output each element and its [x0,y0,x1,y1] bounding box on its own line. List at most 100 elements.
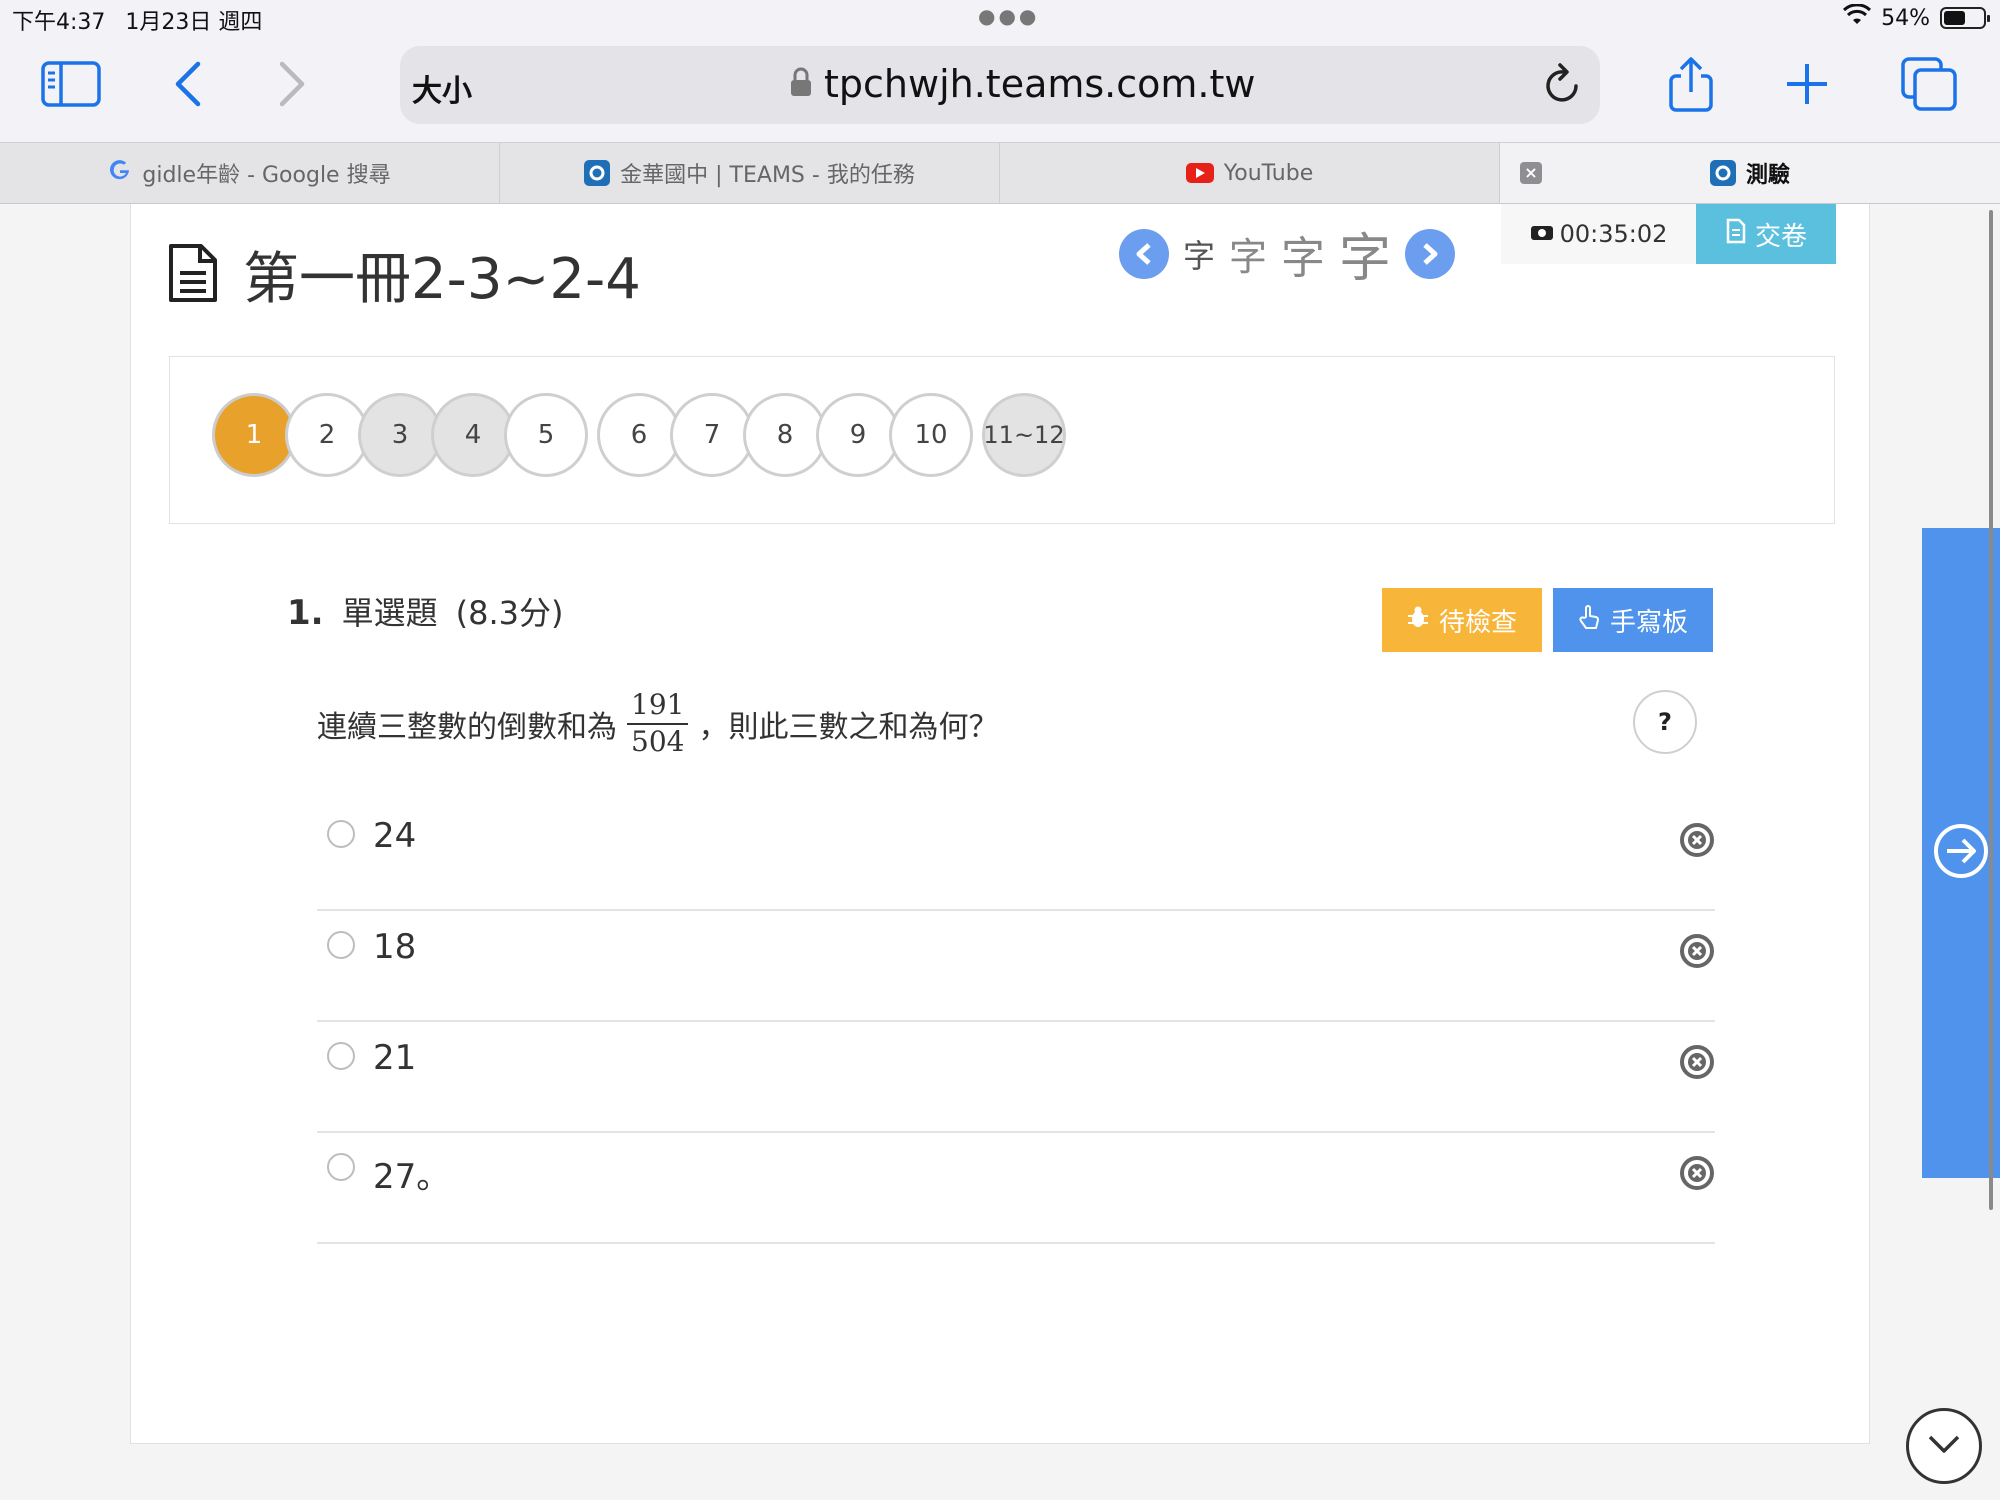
question-nav-9[interactable]: 9 [816,393,900,477]
tab-label: YouTube [1223,160,1314,186]
font-size-xlarge[interactable]: 字 [1339,216,1391,291]
new-tab-icon[interactable] [1772,52,1842,116]
option-radio[interactable] [327,1153,355,1181]
close-tab-icon[interactable]: × [1520,162,1542,184]
reader-size-button[interactable]: 大小 [412,66,472,110]
option-label[interactable]: 21 [373,1038,416,1078]
back-icon[interactable] [152,52,222,116]
font-size-medium[interactable]: 字 [1229,226,1267,281]
eliminate-option-icon[interactable] [1679,1155,1715,1191]
bug-icon [1407,605,1429,636]
status-date: 1月23日 週四 [125,10,263,35]
font-size-large[interactable]: 字 [1281,222,1325,286]
option-label[interactable]: 27。 [373,1149,450,1198]
question-points: (8.3分) [455,594,564,632]
question-text: 連續三整數的倒數和為 191 504 ，則此三數之和為何？ [317,689,999,758]
question-nav-10[interactable]: 10 [889,393,973,477]
option-label[interactable]: 24 [373,816,416,856]
battery-percentage: 54% [1881,5,1930,31]
address-bar[interactable]: 大小 tpchwjh.teams.com.tw [400,46,1600,124]
mark-for-review-button[interactable]: 待檢查 [1382,588,1542,652]
teams-icon [1709,160,1736,186]
scroll-down-button[interactable] [1906,1408,1982,1484]
question-type: 單選題 [341,594,438,632]
url-display[interactable]: tpchwjh.teams.com.tw [790,62,1255,106]
tab-quiz[interactable]: × 測驗 [1500,143,2000,203]
option-row[interactable]: 24 [317,800,1715,911]
submit-label: 交卷 [1754,221,1807,252]
battery-icon [1940,7,1990,29]
question-text-before: 連續三整數的倒數和為 [317,709,617,745]
status-bar: 下午4:37 1月23日 週四 ●●● 54% [0,0,2000,36]
web-page: 第一冊2-3~2-4 字 字 字 字 00:35:02 交卷 1 2 3 4 5… [0,204,2000,1500]
tab-overview-icon[interactable] [1894,52,1964,116]
status-left: 下午4:37 1月23日 週四 [12,4,262,36]
option-row[interactable]: 27。 [317,1133,1715,1244]
question-nav-5[interactable]: 5 [504,393,588,477]
fraction-denominator: 504 [631,724,685,758]
question-navigator: 1 2 3 4 5 6 7 8 9 10 11~12 [169,356,1835,524]
submit-icon [1725,218,1747,251]
option-radio[interactable] [327,931,355,959]
page-title: 第一冊2-3~2-4 [243,247,641,312]
scrollbar[interactable] [1989,210,1993,1210]
hand-pointer-icon [1578,604,1600,637]
tab-youtube[interactable]: YouTube [1000,143,1500,203]
font-size-selector: 字 字 字 字 [1119,216,1456,291]
lock-icon [790,67,812,101]
arrow-right-circle-icon [1933,823,1989,883]
teams-icon [584,160,611,186]
tab-teams-tasks[interactable]: 金華國中 | TEAMS - 我的任務 [500,143,1000,203]
question-nav-6[interactable]: 6 [597,393,681,477]
question-text-after: ，則此三數之和為何？ [698,709,999,745]
question-nav-8[interactable]: 8 [743,393,827,477]
browser-toolbar: 大小 tpchwjh.teams.com.tw [0,36,2000,142]
option-row[interactable]: 21 [317,1022,1715,1133]
eliminate-option-icon[interactable] [1679,1044,1715,1080]
question-number: 1. [287,593,324,633]
sidebar-toggle-icon[interactable] [36,52,106,116]
review-label: 待檢查 [1438,607,1517,638]
question-nav-3[interactable]: 3 [358,393,442,477]
question-nav-2[interactable]: 2 [285,393,369,477]
multitasking-dots-icon[interactable]: ●●● [978,4,1039,28]
tab-bar: gidle年齡 - Google 搜尋 金華國中 | TEAMS - 我的任務 … [0,142,2000,204]
font-prev-button[interactable] [1119,228,1169,279]
font-next-button[interactable] [1405,228,1456,279]
status-right: 54% [1843,3,1990,32]
fraction-numerator: 191 [627,689,689,725]
question-nav-1[interactable]: 1 [212,393,296,477]
option-label[interactable]: 18 [373,927,416,967]
wifi-icon [1843,3,1872,32]
option-row[interactable]: 18 [317,911,1715,1022]
chevron-down-icon [1927,1434,1961,1458]
option-radio[interactable] [327,1042,355,1070]
option-radio[interactable] [327,820,355,848]
handwriting-board-button[interactable]: 手寫板 [1553,588,1713,652]
eliminate-option-icon[interactable] [1679,933,1715,969]
timer-value: 00:35:02 [1559,220,1668,248]
question-nav-4[interactable]: 4 [431,393,515,477]
submit-button[interactable]: 交卷 [1696,204,1836,264]
question-nav-7[interactable]: 7 [670,393,754,477]
help-button[interactable]: ? [1633,690,1697,754]
youtube-icon [1185,163,1214,183]
tab-label: 金華國中 | TEAMS - 我的任務 [620,163,915,188]
url-text: tpchwjh.teams.com.tw [824,62,1256,106]
share-icon[interactable] [1656,52,1726,116]
quiz-card: 第一冊2-3~2-4 字 字 字 字 00:35:02 交卷 1 2 3 4 5… [130,204,1870,1444]
document-icon [167,243,219,307]
question-nav-11-12[interactable]: 11~12 [982,393,1066,477]
eliminate-option-icon[interactable] [1679,822,1715,858]
status-time: 下午4:37 [12,10,106,35]
battery-fill [1944,11,1965,25]
tab-label: 測驗 [1745,163,1790,188]
question-header: 1. 單選題 (8.3分) [287,588,563,634]
quiz-title-area: 第一冊2-3~2-4 [167,234,641,315]
reload-icon[interactable] [1542,62,1582,110]
timer: 00:35:02 [1501,204,1696,264]
font-size-small[interactable]: 字 [1183,231,1215,277]
forward-icon[interactable] [258,52,328,116]
tab-google-search[interactable]: gidle年齡 - Google 搜尋 [0,143,500,203]
handwrite-label: 手寫板 [1609,607,1688,638]
